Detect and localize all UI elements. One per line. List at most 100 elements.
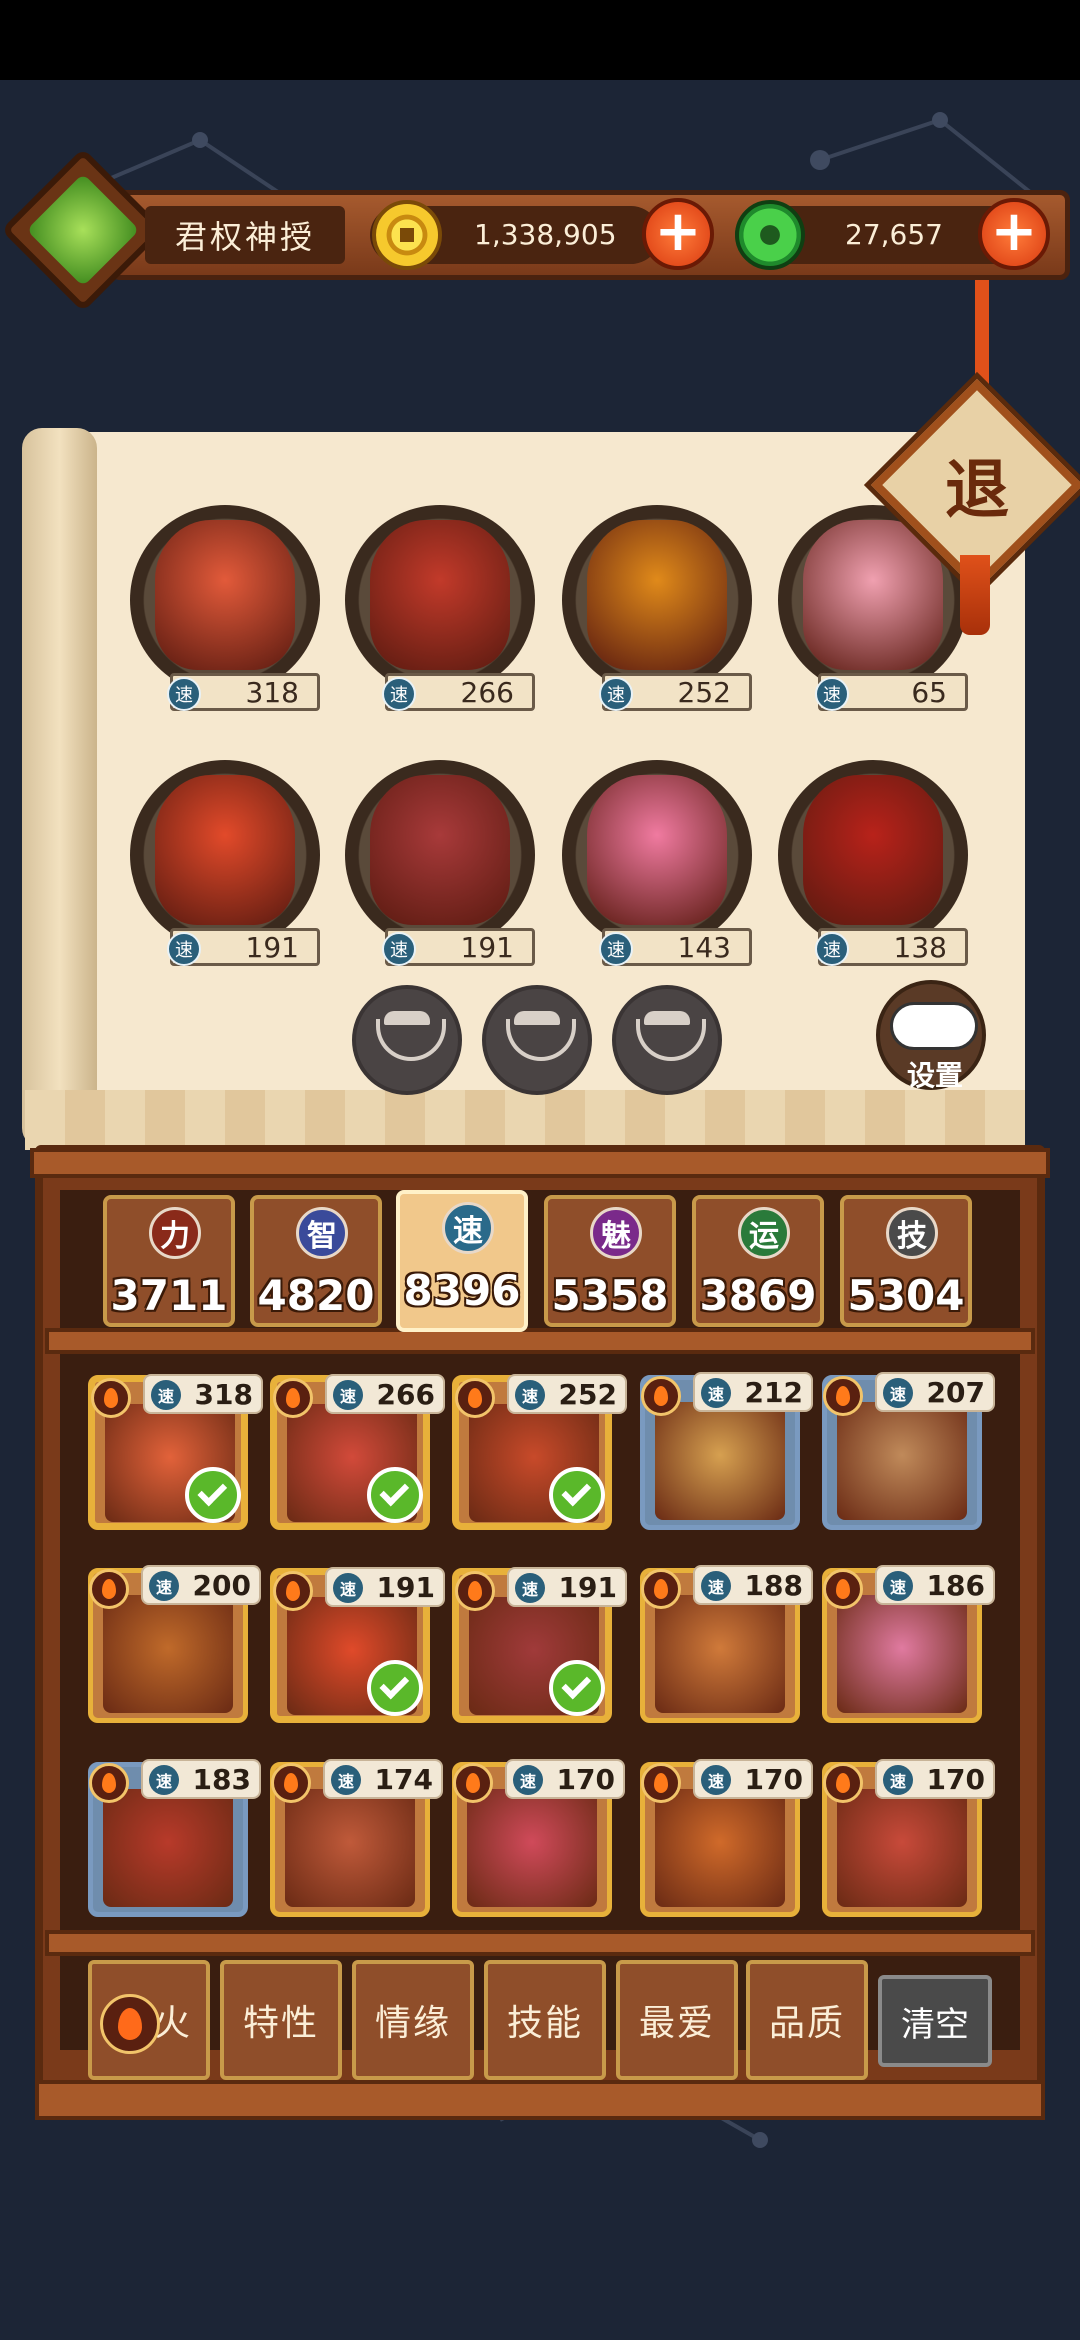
lineup-hero-slot[interactable]: 速 318 bbox=[130, 505, 320, 745]
hero-card[interactable]: 速 200 bbox=[88, 1565, 261, 1723]
speed-icon: 速 bbox=[382, 932, 416, 966]
hero-card[interactable]: 速 191 bbox=[270, 1567, 445, 1723]
exit-label[interactable]: 退 bbox=[902, 410, 1052, 560]
fire-element-icon bbox=[641, 1569, 681, 1609]
hero-card-speed: 速 212 bbox=[693, 1372, 813, 1412]
hero-card[interactable]: 速 266 bbox=[270, 1374, 445, 1530]
hero-speed-value: 191 bbox=[460, 930, 514, 964]
hero-card-speed: 速 186 bbox=[875, 1565, 995, 1605]
fire-element-icon bbox=[273, 1378, 313, 1418]
filter-favorite-button[interactable]: 最爱 bbox=[616, 1960, 738, 2080]
filter-skill-button[interactable]: 技能 bbox=[484, 1960, 606, 2080]
exit-tassel bbox=[960, 555, 990, 635]
hero-card[interactable]: 速 170 bbox=[822, 1759, 995, 1917]
hero-card-speed: 速 170 bbox=[505, 1759, 625, 1799]
speed-icon: 速 bbox=[333, 1573, 363, 1603]
hero-card-speed: 速 183 bbox=[141, 1759, 261, 1799]
selected-check-icon bbox=[367, 1467, 423, 1523]
filter-quality-button[interactable]: 品质 bbox=[746, 1960, 868, 2080]
jade-icon bbox=[735, 200, 805, 270]
speed-icon: 速 bbox=[515, 1573, 545, 1603]
hero-card-speed: 速 266 bbox=[325, 1374, 445, 1414]
settings-button[interactable]: 设置 bbox=[876, 980, 986, 1092]
stat-tab[interactable]: 运 3869 bbox=[692, 1195, 824, 1327]
hero-card-speed: 速 318 bbox=[143, 1374, 263, 1414]
hero-card[interactable]: 速 170 bbox=[640, 1759, 813, 1917]
stat-tab[interactable]: 智 4820 bbox=[250, 1195, 382, 1327]
hero-speed-tag: 速 143 bbox=[599, 928, 752, 966]
jade-amount: 27,657 bbox=[845, 218, 943, 251]
stat-tab[interactable]: 魅 5358 bbox=[544, 1195, 676, 1327]
stat-icon: 运 bbox=[738, 1207, 790, 1259]
fire-element-icon bbox=[455, 1378, 495, 1418]
speed-icon: 速 bbox=[701, 1765, 731, 1795]
filter-label: 技能 bbox=[506, 2003, 583, 2044]
speed-icon: 速 bbox=[333, 1380, 363, 1410]
hero-card-speed-value: 191 bbox=[376, 1570, 435, 1604]
top-resource-bar: 君权神授 1,338,905 + 27,657 + bbox=[0, 147, 1080, 313]
hero-card-speed-value: 170 bbox=[556, 1762, 615, 1796]
hero-speed-value: 143 bbox=[677, 930, 731, 964]
fire-element-icon bbox=[823, 1569, 863, 1609]
stat-value: 3869 bbox=[699, 1271, 817, 1320]
hero-card[interactable]: 速 191 bbox=[452, 1567, 627, 1723]
hero-card[interactable]: 速 188 bbox=[640, 1565, 813, 1723]
empty-slot-bowl-icon[interactable] bbox=[612, 985, 722, 1095]
empty-slot-bowl-icon[interactable] bbox=[352, 985, 462, 1095]
hero-card[interactable]: 速 252 bbox=[452, 1374, 627, 1530]
speed-icon: 速 bbox=[149, 1765, 179, 1795]
speed-icon: 速 bbox=[599, 932, 633, 966]
fire-element-icon bbox=[91, 1378, 131, 1418]
lineup-hero-slot[interactable]: 速 138 bbox=[778, 760, 968, 1000]
hero-card-speed: 速 200 bbox=[141, 1565, 261, 1605]
hero-card[interactable]: 速 186 bbox=[822, 1565, 995, 1723]
clear-button[interactable]: 清空 bbox=[878, 1975, 992, 2067]
hero-card[interactable]: 速 170 bbox=[452, 1759, 625, 1917]
hero-portrait-icon bbox=[587, 775, 727, 925]
avatar-emblem-icon bbox=[26, 173, 140, 287]
add-jade-button[interactable]: + bbox=[978, 198, 1050, 270]
hero-speed-value: 266 bbox=[460, 675, 514, 709]
speed-icon: 速 bbox=[815, 932, 849, 966]
add-gold-button[interactable]: + bbox=[642, 198, 714, 270]
hero-card[interactable]: 速 174 bbox=[270, 1759, 443, 1917]
lineup-hero-slot[interactable]: 速 191 bbox=[345, 760, 535, 1000]
stat-icon: 智 bbox=[296, 1207, 348, 1259]
hero-card-speed: 速 252 bbox=[507, 1374, 627, 1414]
stat-tab[interactable]: 速 8396 bbox=[396, 1190, 528, 1332]
stat-value: 3711 bbox=[110, 1271, 228, 1320]
lineup-hero-slot[interactable]: 速 252 bbox=[562, 505, 752, 745]
hero-card-speed-value: 266 bbox=[376, 1377, 435, 1411]
stat-value: 4820 bbox=[257, 1271, 375, 1320]
empty-slot-bowl-icon[interactable] bbox=[482, 985, 592, 1095]
hero-card-portrait-icon bbox=[103, 1789, 233, 1907]
hero-card-speed-value: 183 bbox=[192, 1762, 251, 1796]
filter-bond-button[interactable]: 情缘 bbox=[352, 1960, 474, 2080]
speed-icon: 速 bbox=[513, 1765, 543, 1795]
speed-icon: 速 bbox=[599, 677, 633, 711]
hero-card[interactable]: 速 318 bbox=[88, 1374, 263, 1530]
hero-card-speed: 速 188 bbox=[693, 1565, 813, 1605]
lineup-hero-slot[interactable]: 速 266 bbox=[345, 505, 535, 745]
gold-amount: 1,338,905 bbox=[474, 218, 617, 251]
hero-portrait-icon bbox=[370, 520, 510, 670]
lineup-hero-slot[interactable]: 速 143 bbox=[562, 760, 752, 1000]
filter-trait-button[interactable]: 特性 bbox=[220, 1960, 342, 2080]
hero-card[interactable]: 速 212 bbox=[640, 1372, 813, 1530]
hero-speed-value: 191 bbox=[245, 930, 299, 964]
hero-card[interactable]: 速 207 bbox=[822, 1372, 995, 1530]
lineup-hero-slot[interactable]: 速 191 bbox=[130, 760, 320, 1000]
hero-card[interactable]: 速 183 bbox=[88, 1759, 261, 1917]
hero-card-portrait-icon bbox=[103, 1595, 233, 1713]
hero-card-portrait-icon bbox=[285, 1789, 415, 1907]
stat-tab[interactable]: 力 3711 bbox=[103, 1195, 235, 1327]
hero-card-portrait-icon bbox=[467, 1789, 597, 1907]
stat-tab[interactable]: 技 5304 bbox=[840, 1195, 972, 1327]
player-avatar[interactable] bbox=[0, 147, 166, 313]
hero-card-speed: 速 191 bbox=[325, 1567, 445, 1607]
cabinet-foot-rail bbox=[35, 2080, 1045, 2120]
filter-fire-button[interactable]: 火 bbox=[88, 1960, 210, 2080]
speed-icon: 速 bbox=[883, 1378, 913, 1408]
fire-element-icon bbox=[273, 1571, 313, 1611]
hero-card-speed: 速 207 bbox=[875, 1372, 995, 1412]
